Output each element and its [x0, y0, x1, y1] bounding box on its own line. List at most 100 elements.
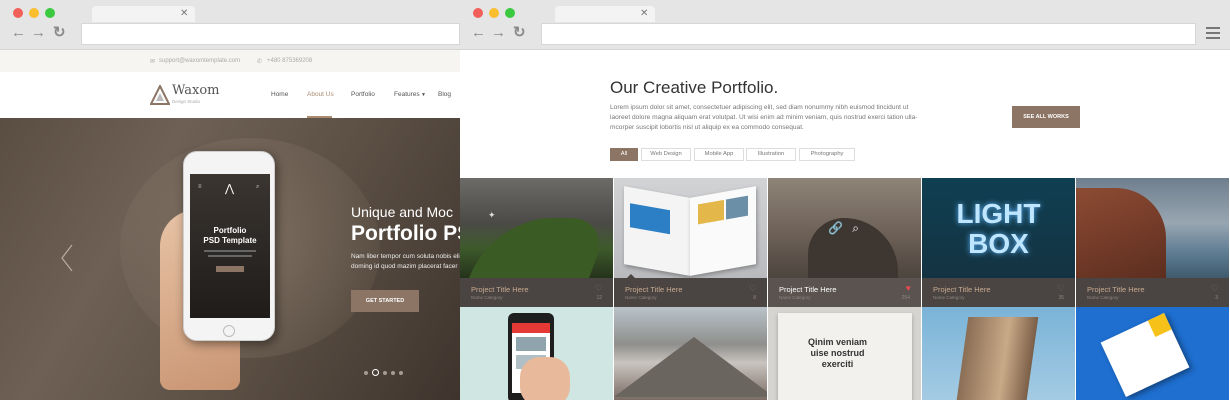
project-image-paper-mockup[interactable]: [1076, 307, 1229, 400]
chevron-down-icon: ▼: [421, 92, 426, 98]
heart-icon[interactable]: ♡: [1211, 283, 1219, 294]
minimize-window-icon[interactable]: [29, 8, 39, 18]
project-image-mobile-app[interactable]: [460, 307, 613, 400]
project-image-coast[interactable]: [1076, 178, 1229, 278]
browser-window-portfolio: ✕ ← → ↻ Our Creative Portfolio. Lorem ip…: [460, 0, 1230, 400]
project-category[interactable]: Name Category: [625, 295, 657, 300]
browser-tab[interactable]: ✕: [555, 6, 655, 22]
project-title[interactable]: Project Title Here: [779, 285, 837, 294]
logo-name[interactable]: Waxom: [172, 83, 219, 98]
book-text: Qinim veniam uise nostrud exerciti: [808, 337, 867, 370]
forward-icon[interactable]: →: [31, 25, 46, 40]
nav-features[interactable]: Features: [394, 91, 420, 98]
close-window-icon[interactable]: [13, 8, 23, 18]
phone-title-line1: Portfolio: [213, 226, 247, 235]
project-caption[interactable]: Project Title Here Name Category ♡ 35: [922, 278, 1075, 307]
nav-portfolio[interactable]: Portfolio: [351, 91, 375, 98]
project-title[interactable]: Project Title Here: [933, 285, 991, 294]
filter-photography[interactable]: Photography: [799, 148, 855, 161]
forward-icon[interactable]: →: [491, 25, 506, 40]
back-icon[interactable]: ←: [11, 25, 26, 40]
slider-dot-active[interactable]: [372, 369, 379, 376]
maximize-window-icon[interactable]: [45, 8, 55, 18]
hero-subtitle: Unique and Moc: [351, 204, 453, 220]
coast-rock-shape: [1076, 188, 1166, 278]
tab-close-icon[interactable]: ✕: [640, 7, 648, 21]
project-category[interactable]: Name Category: [1087, 295, 1119, 300]
logo-tagline: Design Studio: [172, 99, 201, 104]
project-category[interactable]: Name Category: [933, 295, 965, 300]
phone-text-line: [208, 255, 252, 257]
hamburger-menu-icon[interactable]: [1206, 27, 1220, 39]
browser-chrome: ✕ ← → ↻: [0, 0, 460, 50]
hero-text-line1: Nam liber tempor cum soluta nobis eli: [351, 253, 460, 260]
project-caption[interactable]: Project Title Here Name Category ♡ 3: [1076, 278, 1229, 307]
slider-dot[interactable]: [364, 371, 368, 375]
phone-home-button: [223, 325, 235, 337]
get-started-button[interactable]: GET STARTED: [351, 290, 419, 312]
lightbox-word-2: BOX: [968, 228, 1029, 259]
phone-cta: [216, 266, 244, 272]
like-count: 3: [1215, 295, 1218, 301]
filter-all[interactable]: All: [610, 148, 638, 161]
nav-home[interactable]: Home: [271, 91, 288, 98]
logo-icon[interactable]: [150, 85, 170, 105]
project-caption[interactable]: Project Title Here Name Category ♡ 8: [614, 274, 767, 307]
project-image-cliff[interactable]: ✦: [460, 178, 613, 278]
project-image-rocks-hover[interactable]: 🔗 ⌕: [768, 178, 921, 278]
project-image-building[interactable]: [922, 307, 1075, 400]
reload-icon[interactable]: ↻: [513, 25, 526, 40]
browser-tab[interactable]: ✕: [92, 6, 195, 22]
close-window-icon[interactable]: [473, 8, 483, 18]
maximize-window-icon[interactable]: [505, 8, 515, 18]
project-title[interactable]: Project Title Here: [471, 285, 529, 294]
app-header: [512, 323, 550, 333]
nav-blog[interactable]: Blog: [438, 91, 451, 98]
portfolio-grid-row: ✦ 🔗 ⌕ LIGHT BOX: [460, 178, 1230, 278]
tab-close-icon[interactable]: ✕: [180, 7, 188, 21]
project-image-magazine[interactable]: [614, 178, 767, 278]
slider-dot[interactable]: [399, 371, 403, 375]
project-title[interactable]: Project Title Here: [625, 285, 683, 294]
project-image-book[interactable]: Qinim veniam uise nostrud exerciti: [768, 307, 921, 400]
project-caption[interactable]: Project Title Here Name Category ♡ 12: [460, 278, 613, 307]
bird-icon: ✦: [488, 210, 496, 220]
see-all-works-button[interactable]: SEE ALL WORKS: [1012, 106, 1080, 128]
magazine-photo: [726, 195, 748, 220]
project-caption-active[interactable]: Project Title Here Name Category ♥ 254: [768, 278, 921, 307]
project-image-lightbox[interactable]: LIGHT BOX: [922, 178, 1075, 278]
minimize-window-icon[interactable]: [489, 8, 499, 18]
project-category[interactable]: Name Category: [779, 295, 811, 300]
reload-icon[interactable]: ↻: [53, 25, 66, 40]
magazine-photo: [698, 199, 724, 225]
project-image-mountains[interactable]: [614, 307, 767, 400]
topbar-phone: +480 875369208: [267, 58, 313, 64]
project-title[interactable]: Project Title Here: [1087, 285, 1145, 294]
magazine-right-page: [690, 186, 756, 276]
book-text-line2: uise nostrud: [810, 348, 865, 358]
heart-filled-icon[interactable]: ♥: [906, 283, 911, 293]
like-count: 8: [753, 295, 756, 301]
zoom-icon[interactable]: ⌕: [852, 221, 859, 235]
address-bar[interactable]: [81, 23, 460, 45]
heart-icon[interactable]: ♡: [595, 283, 603, 294]
address-bar[interactable]: [541, 23, 1196, 45]
back-icon[interactable]: ←: [471, 25, 486, 40]
phone-text-line: [204, 250, 256, 252]
nav-about-us[interactable]: About Us: [307, 91, 334, 98]
slider-prev-icon[interactable]: [60, 244, 74, 272]
filter-illustration[interactable]: Illustration: [746, 148, 796, 161]
link-icon[interactable]: 🔗: [828, 221, 843, 235]
filter-mobile-app[interactable]: Mobile App: [694, 148, 744, 161]
cliff-shape: [469, 218, 611, 278]
phone-title-line2: PSD Template: [203, 236, 257, 245]
heart-icon[interactable]: ♡: [1057, 283, 1065, 294]
topbar-email[interactable]: support@waxomtemplate.com: [159, 58, 240, 64]
hero-slider: ⋀ ≡ ⌕ Portfolio PSD Template Unique and …: [0, 118, 460, 400]
project-category[interactable]: Name Category: [471, 295, 503, 300]
filter-web-design[interactable]: Web Design: [641, 148, 691, 161]
heart-icon[interactable]: ♡: [749, 283, 757, 294]
paper-accent: [1147, 313, 1172, 337]
slider-dot[interactable]: [383, 371, 387, 375]
slider-dot[interactable]: [391, 371, 395, 375]
